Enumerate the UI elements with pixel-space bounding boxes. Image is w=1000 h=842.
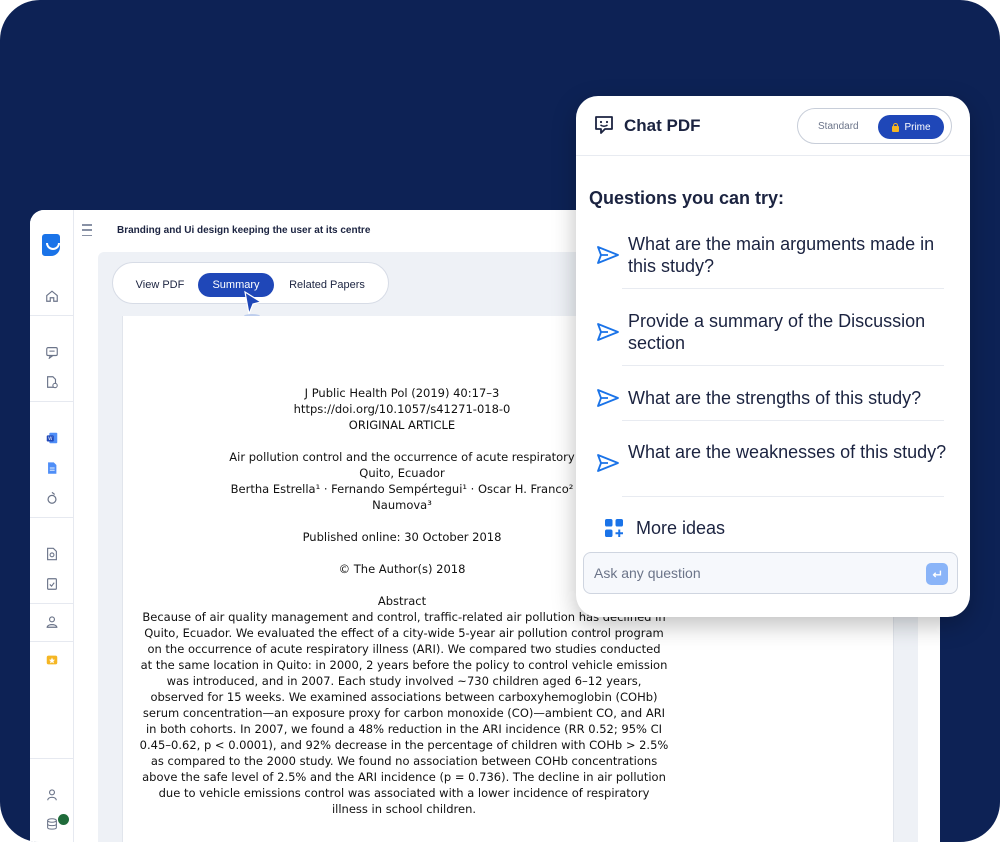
abstract-line: illness in school children.	[331, 802, 477, 816]
question-divider	[622, 288, 944, 289]
app-logo-icon[interactable]	[42, 234, 60, 256]
questions-heading: Questions you can try:	[589, 188, 785, 208]
sidebar-divider	[30, 401, 74, 402]
chat-bot-icon	[595, 116, 613, 134]
file-search-icon[interactable]	[43, 545, 61, 563]
question-input[interactable]: Ask any question	[583, 552, 958, 594]
question-divider	[622, 365, 944, 366]
abstract-line: due to vehicle emissions control was ass…	[158, 786, 650, 800]
sidebar-divider	[30, 315, 74, 316]
submit-button[interactable]	[926, 563, 948, 585]
mode-prime[interactable]: Prime	[878, 115, 944, 139]
suggested-question[interactable]: Provide a summary of the Discussion sect…	[596, 310, 946, 354]
lock-icon	[891, 122, 900, 132]
document-title: Branding and Ui design keeping the user …	[117, 225, 371, 236]
suggested-question[interactable]: What are the main arguments made in this…	[596, 233, 946, 277]
mode-prime-label: Prime	[904, 121, 931, 133]
chat-title: Chat PDF	[624, 116, 701, 135]
google-doc-icon[interactable]	[43, 459, 61, 477]
send-icon	[597, 323, 619, 341]
tab-view-pdf[interactable]: View PDF	[125, 273, 195, 297]
send-icon	[597, 454, 619, 472]
canvas-background: W Branding and Ui design keeping the use…	[0, 0, 1000, 842]
question-divider	[622, 420, 944, 421]
send-icon	[597, 246, 619, 264]
abstract-line: as compared to the 2000 study. We found …	[150, 754, 658, 768]
suggested-question[interactable]: What are the strengths of this study?	[596, 387, 946, 409]
enter-icon	[932, 570, 942, 578]
question-input-placeholder: Ask any question	[594, 565, 701, 581]
suggested-question-text: Provide a summary of the Discussion sect…	[628, 311, 926, 353]
suggested-question-text: What are the weaknesses of this study?	[628, 442, 947, 462]
word-doc-icon[interactable]: W	[43, 429, 61, 447]
abstract-line: was introduced, and in 2007. Each study …	[166, 674, 642, 688]
home-icon[interactable]	[43, 287, 61, 305]
more-ideas-label: More ideas	[636, 518, 726, 538]
abstract-line: observed for 15 weeks. We examined assoc…	[150, 690, 658, 704]
abstract-line: 0.45–0.62, p < 0.0001), and 92% decrease…	[139, 738, 669, 752]
chat-pdf-panel: Chat PDF Standard Prime Questions you ca…	[576, 96, 970, 617]
sidebar-divider	[30, 603, 74, 604]
abstract-line: Quito, Ecuador. We evaluated the effect …	[144, 626, 664, 640]
send-icon	[597, 389, 619, 407]
mode-standard[interactable]: Standard	[818, 121, 859, 132]
file-settings-icon[interactable]	[43, 373, 61, 391]
svg-text:W: W	[48, 436, 53, 442]
suggested-question[interactable]: What are the weaknesses of this study?	[596, 441, 946, 485]
tab-related-papers[interactable]: Related Papers	[277, 273, 377, 297]
menu-toggle-icon[interactable]	[82, 224, 96, 236]
suggested-question-text: What are the strengths of this study?	[628, 388, 922, 408]
rewrite-icon[interactable]	[43, 489, 61, 507]
sidebar-divider	[30, 517, 74, 518]
chat-icon[interactable]	[43, 343, 61, 361]
apps-add-icon	[605, 519, 623, 537]
abstract-line: serum concentration—an exposure proxy fo…	[142, 706, 666, 720]
chat-header: Chat PDF Standard Prime	[576, 96, 970, 156]
abstract-line: at the same location in Quito: in 2000, …	[140, 658, 668, 672]
mode-toggle[interactable]: Standard Prime	[797, 108, 952, 144]
suggested-question-text: What are the main arguments made in this…	[628, 234, 935, 276]
abstract-line: in both cohorts. In 2007, we found a 48%…	[145, 722, 663, 736]
question-divider	[622, 496, 944, 497]
abstract-line: above the safe level of 2.5% and the ARI…	[142, 770, 666, 784]
file-check-icon[interactable]	[43, 575, 61, 593]
abstract-line: on the occurrence of acute respiratory i…	[147, 642, 661, 656]
